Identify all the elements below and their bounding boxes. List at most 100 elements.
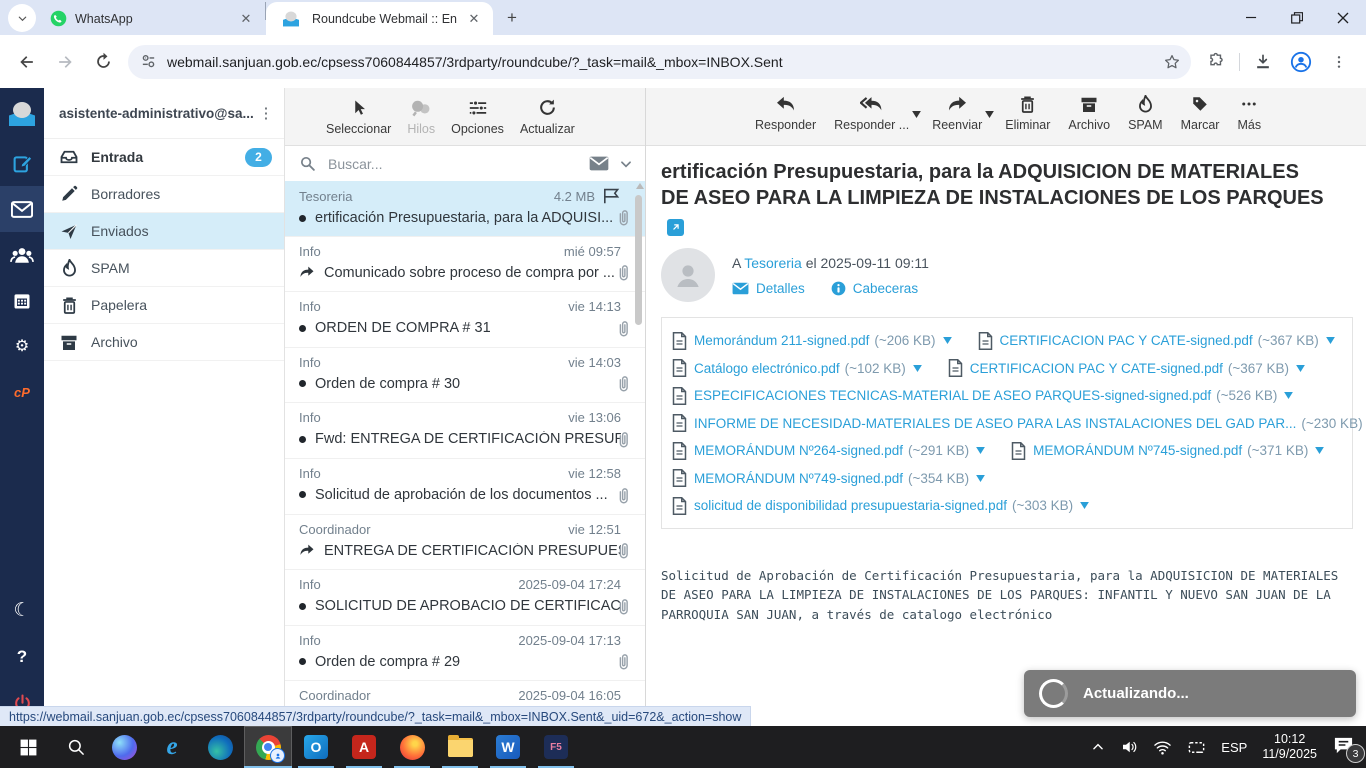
attachment-menu-caret-icon[interactable] <box>1284 392 1293 399</box>
attachment-menu-caret-icon[interactable] <box>1315 447 1324 454</box>
dropdown-caret-icon[interactable] <box>912 111 921 118</box>
rail-item-help[interactable]: ? <box>0 634 44 680</box>
taskbar-search-icon[interactable] <box>52 726 100 768</box>
rail-item-calendar[interactable] <box>0 278 44 324</box>
folder-item-archivo[interactable]: Archivo <box>44 324 284 361</box>
attachment-item[interactable]: MEMORÁNDUM Nº749-signed.pdf(~354 KB) <box>672 465 985 493</box>
reader-reply-button[interactable]: Responder <box>746 88 825 142</box>
flag-icon[interactable] <box>603 188 621 204</box>
browser-tab-0[interactable]: WhatsApp✕ <box>38 2 265 35</box>
folder-item-borradores[interactable]: Borradores <box>44 176 284 213</box>
attachment-name[interactable]: MEMORÁNDUM Nº749-signed.pdf <box>694 471 903 486</box>
attachment-item[interactable]: MEMORÁNDUM Nº264-signed.pdf(~291 KB) <box>672 437 985 465</box>
url-bar[interactable]: webmail.sanjuan.gob.ec/cpsess7060844857/… <box>128 45 1191 79</box>
open-in-new-window-icon[interactable] <box>667 219 684 236</box>
attachment-name[interactable]: Memorándum 211-signed.pdf <box>694 333 869 348</box>
site-info-icon[interactable] <box>140 53 157 70</box>
attachment-item[interactable]: CERTIFICACION PAC Y CATE-signed.pdf(~367… <box>978 327 1335 355</box>
taskbar-internet-explorer-icon[interactable]: e <box>148 726 196 768</box>
restore-button[interactable] <box>1274 0 1320 35</box>
taskbar-firefox-icon[interactable] <box>388 726 436 768</box>
taskbar-copilot-icon[interactable] <box>100 726 148 768</box>
folder-item-papelera[interactable]: Papelera <box>44 287 284 324</box>
reader-archive-button[interactable]: Archivo <box>1059 88 1119 142</box>
attachment-name[interactable]: Catálogo electrónico.pdf <box>694 361 840 376</box>
attachment-name[interactable]: CERTIFICACION PAC Y CATE-signed.pdf <box>1000 333 1253 348</box>
attachment-menu-caret-icon[interactable] <box>1326 337 1335 344</box>
tab-search-button[interactable] <box>8 4 36 32</box>
wifi-icon[interactable] <box>1153 738 1172 757</box>
attachment-item[interactable]: INFORME DE NECESIDAD-MATERIALES DE ASEO … <box>672 410 1366 438</box>
message-row[interactable]: Infovie 13:06Fwd: ENTREGA DE CERTIFICACI… <box>285 403 645 459</box>
list-toolbar-options-button[interactable]: Opciones <box>444 88 511 145</box>
message-row[interactable]: Infovie 14:13ORDEN DE COMPRA # 31 <box>285 292 645 348</box>
screen-cast-icon[interactable] <box>1187 738 1206 757</box>
header-action-info[interactable]: Cabeceras <box>831 281 918 296</box>
clock[interactable]: 10:12 11/9/2025 <box>1262 732 1317 762</box>
rail-item-settings[interactable]: ⚙ <box>0 324 44 370</box>
attachment-menu-caret-icon[interactable] <box>1296 365 1305 372</box>
taskbar-start-icon[interactable] <box>4 726 52 768</box>
tray-chevron-up-icon[interactable] <box>1091 740 1105 754</box>
attachment-menu-caret-icon[interactable] <box>976 475 985 482</box>
bookmark-star-icon[interactable] <box>1157 47 1187 77</box>
search-input[interactable] <box>326 155 589 173</box>
attachment-item[interactable]: Catálogo electrónico.pdf(~102 KB) <box>672 355 922 383</box>
tab-close-icon[interactable]: ✕ <box>237 10 255 28</box>
account-menu-icon[interactable]: ⋮ <box>256 104 276 122</box>
taskbar-word-icon[interactable]: W <box>484 726 532 768</box>
reader-more-button[interactable]: Más <box>1228 88 1270 142</box>
reader-tag-button[interactable]: Marcar <box>1172 88 1229 142</box>
rail-item-contacts[interactable] <box>0 232 44 278</box>
list-toolbar-refresh-button[interactable]: Actualizar <box>513 88 582 145</box>
taskbar-edge-icon[interactable] <box>196 726 244 768</box>
rail-item-dark-mode[interactable]: ☾ <box>0 588 44 634</box>
close-button[interactable] <box>1320 0 1366 35</box>
reader-junk-button[interactable]: SPAM <box>1119 88 1172 142</box>
taskbar-f5-icon[interactable]: F5 <box>532 726 580 768</box>
attachment-item[interactable]: Memorándum 211-signed.pdf(~206 KB) <box>672 327 952 355</box>
taskbar-acrobat-icon[interactable]: A <box>340 726 388 768</box>
new-tab-button[interactable]: + <box>499 5 525 31</box>
attachment-name[interactable]: solicitud de disponibilidad presupuestar… <box>694 498 1007 513</box>
attachment-menu-caret-icon[interactable] <box>913 365 922 372</box>
message-row[interactable]: Infomié 09:57Comunicado sobre proceso de… <box>285 237 645 293</box>
url-text[interactable]: webmail.sanjuan.gob.ec/cpsess7060844857/… <box>167 54 1157 70</box>
search-options-chevron-icon[interactable] <box>619 157 633 171</box>
reload-button[interactable] <box>86 45 120 79</box>
volume-icon[interactable] <box>1120 738 1138 756</box>
attachment-name[interactable]: MEMORÁNDUM Nº264-signed.pdf <box>694 443 903 458</box>
rail-item-mail[interactable] <box>0 186 44 232</box>
attachment-item[interactable]: solicitud de disponibilidad presupuestar… <box>672 492 1089 520</box>
reader-reply-all-button[interactable]: Responder ... <box>825 88 918 142</box>
reader-trash-button[interactable]: Eliminar <box>996 88 1059 142</box>
account-header[interactable]: asistente-administrativo@sa... ⋮ <box>44 88 284 139</box>
forward-button[interactable] <box>48 45 82 79</box>
dropdown-caret-icon[interactable] <box>985 111 994 118</box>
attachment-item[interactable]: MEMORÁNDUM Nº745-signed.pdf(~371 KB) <box>1011 437 1324 465</box>
message-row[interactable]: Info2025-09-04 17:13Orden de compra # 29 <box>285 626 645 682</box>
message-row[interactable]: Infovie 14:03Orden de compra # 30 <box>285 348 645 404</box>
list-scrollbar[interactable] <box>634 183 644 714</box>
attachment-item[interactable]: ESPECIFICACIONES TECNICAS-MATERIAL DE AS… <box>672 382 1293 410</box>
folder-item-entrada[interactable]: Entrada2 <box>44 139 284 176</box>
taskbar-chrome-icon[interactable] <box>244 726 292 768</box>
profile-avatar-icon[interactable] <box>1284 45 1318 79</box>
attachment-menu-caret-icon[interactable] <box>1080 502 1089 509</box>
notifications-button[interactable]: 3 <box>1332 735 1358 759</box>
list-toolbar-select-button[interactable]: Seleccionar <box>319 88 398 145</box>
attachment-name[interactable]: INFORME DE NECESIDAD-MATERIALES DE ASEO … <box>694 416 1296 431</box>
attachment-item[interactable]: CERTIFICACION PAC Y CATE-signed.pdf(~367… <box>948 355 1305 383</box>
header-action-envelope[interactable]: Detalles <box>732 281 805 296</box>
browser-tab-active[interactable]: Roundcube Webmail :: Enviados✕ <box>266 2 493 35</box>
to-recipient-link[interactable]: Tesoreria <box>744 255 802 271</box>
language-indicator[interactable]: ESP <box>1221 740 1247 755</box>
roundcube-logo-icon[interactable] <box>0 88 44 140</box>
reader-forward-button[interactable]: Reenviar <box>923 88 991 142</box>
attachment-menu-caret-icon[interactable] <box>976 447 985 454</box>
message-row[interactable]: Info2025-09-04 17:24SOLICITUD DE APROBAC… <box>285 570 645 626</box>
minimize-button[interactable] <box>1228 0 1274 35</box>
folder-item-enviados[interactable]: Enviados <box>44 213 284 250</box>
rail-item-compose[interactable] <box>0 140 44 186</box>
folder-item-spam[interactable]: SPAM <box>44 250 284 287</box>
